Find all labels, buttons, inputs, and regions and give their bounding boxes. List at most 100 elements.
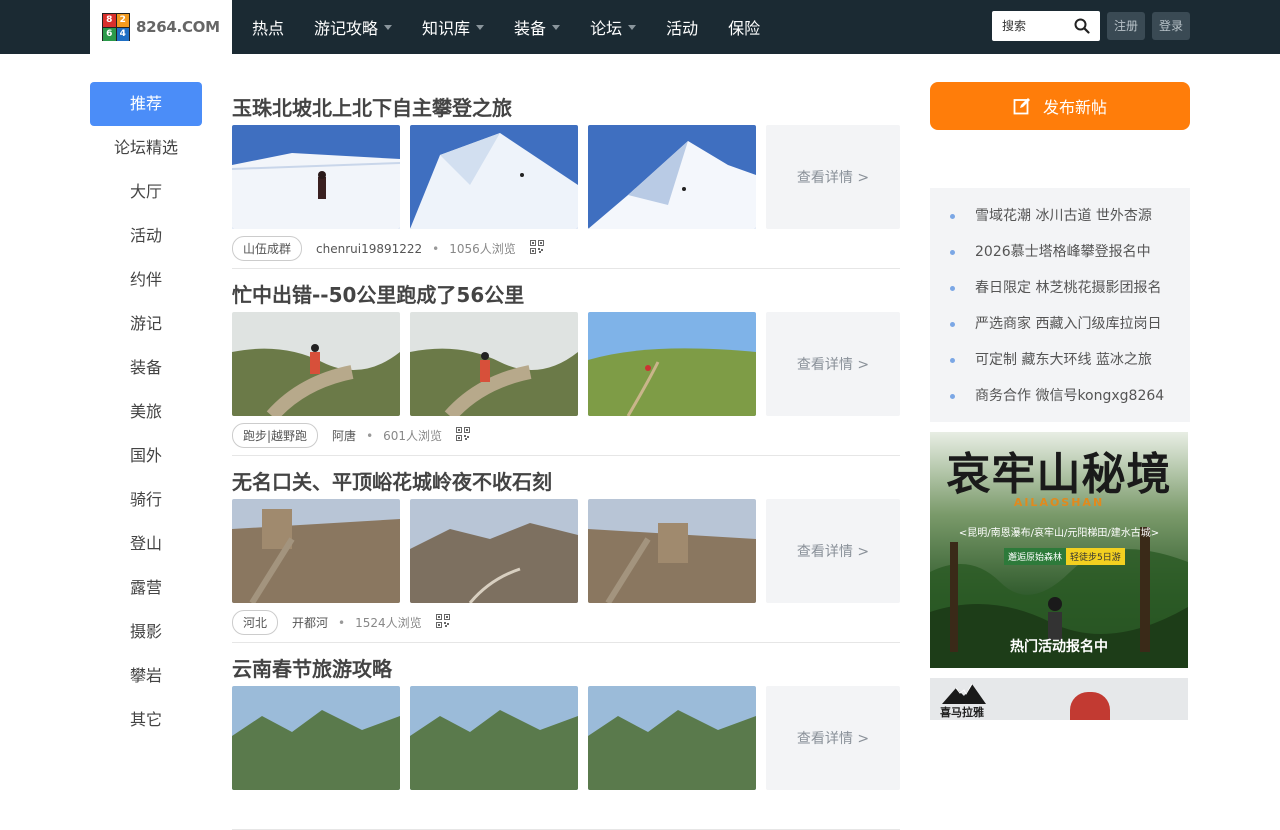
sidebar-item-1[interactable]: 论坛精选	[90, 126, 202, 170]
sidebar-item-4[interactable]: 约伴	[90, 258, 202, 302]
logo-text: 8264.COM	[136, 18, 220, 36]
main-nav: 热点 游记攻略 知识库 装备 论坛 活动 保险	[252, 0, 790, 54]
post-card: 云南春节旅游攻略查看详情 >	[232, 643, 900, 830]
nav-item-1[interactable]: 游记攻略	[314, 15, 393, 39]
login-button[interactable]: 登录	[1152, 12, 1191, 40]
nav-item-label: 装备	[514, 19, 547, 38]
promo-link[interactable]: 严选商家 西藏入门级库拉岗日	[930, 306, 1190, 342]
sidebar-item-11[interactable]: 露营	[90, 566, 202, 610]
post-meta: 河北 开都河 • 1524人浏览	[232, 610, 450, 635]
qr-code-icon[interactable]	[435, 614, 450, 631]
post-feed: 玉珠北坡北上北下自主攀登之旅查看详情 > 山伍成群 chenrui19891222 •…	[232, 82, 900, 830]
post-title[interactable]: 云南春节旅游攻略	[232, 653, 392, 682]
sidebar-item-9[interactable]: 骑行	[90, 478, 202, 522]
promo-link[interactable]: 雪域花潮 冰川古道 世外杏源	[930, 198, 1190, 234]
post-author[interactable]: chenrui19891222	[316, 242, 422, 256]
post-thumbnail-image[interactable]	[588, 499, 756, 603]
nav-item-6[interactable]: 保险	[728, 15, 760, 39]
view-details-button[interactable]: 查看详情 >	[766, 312, 900, 416]
ad-english: AILAOSHAN	[1013, 496, 1105, 509]
caret-down-icon	[628, 24, 637, 30]
promo-link[interactable]: 春日限定 林芝桃花摄影团报名	[930, 270, 1190, 306]
view-details-button[interactable]: 查看详情 >	[766, 686, 900, 790]
view-details-button[interactable]: 查看详情 >	[766, 499, 900, 603]
nav-item-4[interactable]: 论坛	[590, 15, 637, 39]
post-thumbnail-image[interactable]	[232, 312, 400, 416]
post-thumbnail-image[interactable]	[232, 686, 400, 790]
category-sidebar: 推荐 论坛精选 大厅 活动 约伴 游记 装备 美旅 国外 骑行 登山 露营 摄影 攀岩 其它	[90, 82, 202, 742]
nav-item-0[interactable]: 热点	[252, 15, 284, 39]
ad-badge-left: 邂逅原始森林	[1004, 548, 1067, 565]
view-details-button[interactable]: 查看详情 >	[766, 125, 900, 229]
register-button[interactable]: 注册	[1107, 12, 1146, 40]
post-card: 忙中出错--50公里跑成了56公里查看详情 > 跑步|越野跑 阿唐 • 601人浏览	[232, 269, 900, 456]
sidebar-item-6[interactable]: 装备	[90, 346, 202, 390]
promo-link[interactable]: 2026慕士塔格峰攀登报名中	[930, 234, 1190, 270]
post-meta: 山伍成群 chenrui19891222 • 1056人浏览	[232, 236, 544, 261]
post-tag[interactable]: 跑步|越野跑	[232, 423, 319, 448]
ailaoshan-ad-banner[interactable]: 哀牢山秘境 AILAOSHAN <昆明/南恩瀑布/哀牢山/元阳梯田/建水古城> …	[930, 432, 1188, 668]
sidebar-item-12[interactable]: 摄影	[90, 610, 202, 654]
site-logo[interactable]: 82 64 8264.COM	[90, 0, 232, 54]
sidebar-item-10[interactable]: 登山	[90, 522, 202, 566]
caret-down-icon	[384, 24, 393, 30]
post-card: 无名口关、平顶峪花城岭夜不收石刻查看详情 > 河北 开都河 • 1524人浏览	[232, 456, 900, 643]
publish-post-button[interactable]: 发布新帖	[930, 82, 1190, 130]
sidebar-item-8[interactable]: 国外	[90, 434, 202, 478]
post-thumbnails: 查看详情 >	[232, 499, 900, 603]
sidebar-item-0[interactable]: 推荐	[90, 82, 202, 126]
post-views: 1524人浏览	[355, 616, 422, 630]
separator-dot: •	[338, 615, 346, 630]
separator-dot: •	[432, 241, 440, 256]
post-thumbnail-image[interactable]	[232, 499, 400, 603]
sidebar-item-7[interactable]: 美旅	[90, 390, 202, 434]
post-tag[interactable]: 河北	[232, 610, 279, 635]
ad-badges: 邂逅原始森林 轻徒步5日游	[1004, 548, 1125, 565]
promo-link[interactable]: 可定制 藏东大环线 蓝冰之旅	[930, 342, 1190, 378]
ad-footer: 热门活动报名中	[1010, 639, 1108, 655]
post-thumbnail-image[interactable]	[588, 312, 756, 416]
nav-item-5[interactable]: 活动	[666, 15, 698, 39]
sidebar-item-14[interactable]: 其它	[90, 698, 202, 742]
post-thumbnail-image[interactable]	[410, 312, 578, 416]
promo-link[interactable]: 商务合作 微信号kongxg8264	[930, 378, 1190, 414]
search-input[interactable]	[1002, 19, 1072, 33]
ad-route: <昆明/南恩瀑布/哀牢山/元阳梯田/建水古城>	[958, 528, 1160, 539]
post-title[interactable]: 忙中出错--50公里跑成了56公里	[232, 279, 524, 308]
post-title[interactable]: 无名口关、平顶峪花城岭夜不收石刻	[232, 466, 552, 495]
post-thumbnail-image[interactable]	[232, 125, 400, 229]
post-thumbnails: 查看详情 >	[232, 125, 900, 229]
qr-code-icon[interactable]	[529, 240, 544, 257]
post-thumbnail-image[interactable]	[410, 499, 578, 603]
search-icon[interactable]	[1074, 18, 1090, 34]
ad-product-shape	[1070, 692, 1110, 720]
separator-dot: •	[366, 428, 374, 443]
nav-item-label: 保险	[728, 19, 761, 38]
post-thumbnail-image[interactable]	[588, 686, 756, 790]
post-card: 玉珠北坡北上北下自主攀登之旅查看详情 > 山伍成群 chenrui19891222 •…	[232, 82, 900, 269]
himalaya-ad-banner[interactable]: 喜马拉雅	[930, 678, 1188, 720]
post-thumbnail-image[interactable]	[410, 686, 578, 790]
ad-badge-right: 轻徒步5日游	[1066, 548, 1125, 565]
post-views: 1056人浏览	[449, 242, 516, 256]
post-thumbnails: 查看详情 >	[232, 312, 900, 416]
post-views: 601人浏览	[383, 429, 443, 443]
ad-brand: 喜马拉雅	[940, 706, 984, 719]
nav-item-label: 活动	[666, 19, 699, 38]
sidebar-item-3[interactable]: 活动	[90, 214, 202, 258]
qr-code-icon[interactable]	[456, 427, 471, 444]
nav-item-label: 游记攻略	[314, 19, 379, 38]
nav-item-2[interactable]: 知识库	[422, 15, 485, 39]
post-author[interactable]: 开都河	[292, 614, 328, 631]
post-tag[interactable]: 山伍成群	[232, 236, 303, 261]
post-thumbnail-image[interactable]	[410, 125, 578, 229]
post-author[interactable]: 阿唐	[332, 427, 356, 444]
promo-list: 雪域花潮 冰川古道 世外杏源 2026慕士塔格峰攀登报名中 春日限定 林芝桃花摄影团…	[930, 188, 1190, 422]
search-box	[992, 11, 1100, 41]
sidebar-item-13[interactable]: 攀岩	[90, 654, 202, 698]
sidebar-item-5[interactable]: 游记	[90, 302, 202, 346]
post-thumbnail-image[interactable]	[588, 125, 756, 229]
sidebar-item-2[interactable]: 大厅	[90, 170, 202, 214]
nav-item-3[interactable]: 装备	[514, 15, 561, 39]
post-title[interactable]: 玉珠北坡北上北下自主攀登之旅	[232, 92, 512, 121]
